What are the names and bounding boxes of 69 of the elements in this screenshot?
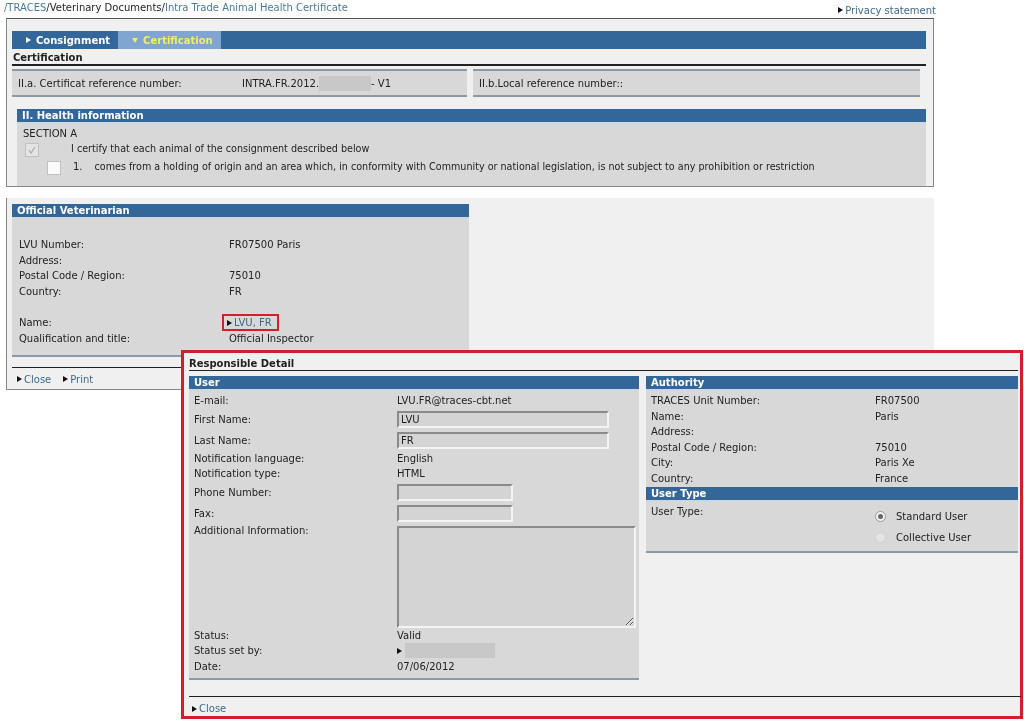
field-label: First Name: [194,413,253,425]
section-header: Authority [646,376,1018,391]
field-value: LVU.FR@traces-cbt.net [397,395,513,407]
field-value: 07/06/2012 [397,660,456,672]
field-value: FR07500 [875,395,921,407]
statement-text: comes from a holding of origin and an area which, in conformity with Community or national legislation, is not subject to any prohibition or restriction [94,161,815,172]
radio-button[interactable] [875,511,886,522]
field-value: English [397,452,435,464]
field-label: Address: [651,426,696,438]
text-field[interactable] [397,505,513,523]
footer-link[interactable]: Close [17,373,52,385]
checkbox[interactable] [47,161,61,175]
text-field[interactable] [397,483,513,501]
field-label: Fax: [194,508,216,520]
section-header: User [189,376,639,391]
section-title: Certification [12,51,926,66]
field-label: Last Name: [194,434,252,446]
breadcrumb-text: /Veterinary Documents/ [46,2,165,15]
reference-cell: II.b.Local reference number:: [473,69,920,97]
field-label: E-mail: [194,395,230,407]
dialog-title: Responsible Detail [189,358,1018,371]
field-label: Notification type: [194,468,282,480]
footer-link[interactable]: Print [63,373,94,385]
field-value: 75010 [229,270,262,282]
name-link[interactable]: LVU, FR [222,314,279,331]
field-label: Postal Code / Region: [651,441,758,453]
field-label: Status: [194,629,231,641]
field-value: FR [229,285,243,297]
field-label: Qualification and title: [19,333,132,345]
field-label: Name: [651,410,685,422]
field-label: LVU Number: [19,239,86,251]
text-field[interactable]: FR [397,431,609,449]
field-label: Name: [19,317,53,328]
radio-label: Collective User [896,532,972,543]
section-header: User Type [646,487,1018,502]
field-label: Phone Number: [194,486,273,498]
field-label: City: [651,457,675,469]
reference-cell: II.a. Certificat reference number: INTRA.FR.2012. - V1 [12,69,467,97]
breadcrumb-link[interactable]: /TRACES [4,2,47,18]
item-number: 1. [73,161,83,172]
field-label: Date: [194,660,223,672]
close-link[interactable]: Close [192,703,227,714]
field-label: TRACES Unit Number: [651,395,762,407]
section-label: SECTION A [23,128,78,139]
field-label: User Type: [651,506,705,517]
breadcrumb-link[interactable]: Intra Trade Animal Health Certificate [164,2,348,18]
radio-label: Standard User [896,511,968,522]
field-label: Status set by: [194,645,264,657]
statement-text: I certify that each animal of the consignment described below [71,143,370,154]
field-label: Country: [651,472,695,484]
privacy-link[interactable]: Privacy statement [838,2,936,18]
field-value: Valid [397,629,423,641]
check-icon [27,145,37,155]
field-label: Additional Information: [194,524,310,536]
field-label: Country: [19,285,63,297]
section-header: II. Health information [17,109,926,124]
field-value: Paris Xe [875,457,916,469]
field-value: FR07500 Paris [229,239,302,251]
field-value: Official Inspector [229,333,315,345]
field-label: Address: [19,254,64,266]
field-label: Notification language: [194,452,306,464]
field-value: HTML [397,468,426,480]
text-area[interactable] [397,525,636,628]
field-value: Paris [875,410,900,422]
field-value: France [875,472,910,484]
field-label: Postal Code / Region: [19,270,126,282]
field-value: 75010 [875,441,908,453]
text-field[interactable]: LVU [397,410,609,428]
section-header: Official Veterinarian [12,204,469,219]
